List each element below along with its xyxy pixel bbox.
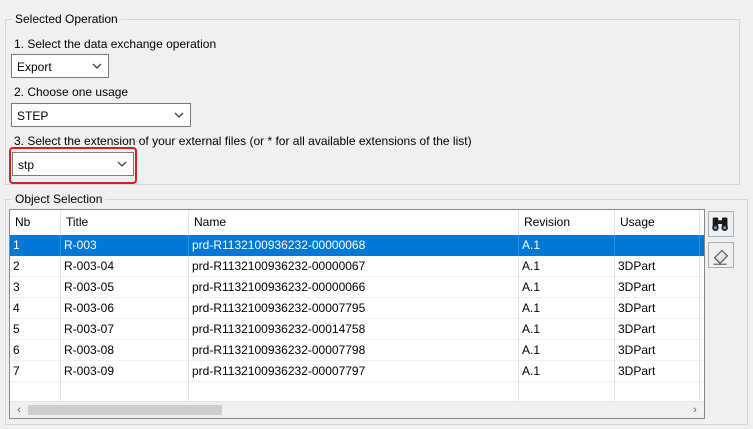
cell-extra [700,340,704,361]
table-header: Nb Title Name Revision Usage [10,210,704,235]
cell-extra [700,235,704,256]
table-row[interactable]: 6 R-003-08 prd-R1132100936232-00007798 A.1 3… [10,340,704,361]
table-row[interactable]: 1 R-003 prd-R1132100936232-00000068 A.1 [10,235,704,256]
table-row[interactable]: 4 R-003-06 prd-R1132100936232-00007795 A.1 3… [10,298,704,319]
cell-title: R-003-07 [61,319,189,340]
cell-nb: 5 [10,319,61,340]
cell-extra [700,319,704,340]
cell-title: R-003 [61,235,189,256]
column-header-extra[interactable] [700,210,704,235]
column-header-usage[interactable]: Usage [615,210,700,235]
cell-extra [700,298,704,319]
cell-title: R-003-09 [61,361,189,382]
cell-revision: A.1 [519,277,615,298]
cell-extra [700,277,704,298]
scroll-right-icon[interactable]: › [688,403,702,417]
cell-title: R-003-05 [61,277,189,298]
cell-usage [615,235,700,256]
chevron-down-icon [174,112,184,118]
cell-title: R-003-06 [61,298,189,319]
object-table: Nb Title Name Revision Usage 1 R-003 prd-R… [9,209,705,419]
operation-dropdown-value: Export [17,60,52,74]
cell-empty [61,382,189,403]
cell-usage: 3DPart [615,340,700,361]
usage-dropdown[interactable]: STEP [11,103,191,127]
object-selection-title: Object Selection [12,192,106,206]
scroll-left-icon[interactable]: ‹ [12,403,26,417]
cell-extra [700,361,704,382]
scrollbar-thumb[interactable] [28,405,222,415]
table-row[interactable]: 3 R-003-05 prd-R1132100936232-00000066 A.1 3… [10,277,704,298]
cell-usage: 3DPart [615,256,700,277]
cell-empty [615,382,700,403]
cell-revision: A.1 [519,319,615,340]
cell-title: R-003-08 [61,340,189,361]
cell-nb: 1 [10,235,61,256]
cell-name: prd-R1132100936232-00007798 [189,340,519,361]
table-row[interactable]: 2 R-003-04 prd-R1132100936232-00000067 A.1 3… [10,256,704,277]
cell-empty [10,382,61,403]
cell-empty [189,382,519,403]
cell-name: prd-R1132100936232-00000066 [189,277,519,298]
cell-extra [700,256,704,277]
step1-label: 1. Select the data exchange operation [14,37,217,51]
column-header-revision[interactable]: Revision [519,210,615,235]
table-row-empty [10,382,704,403]
cell-nb: 3 [10,277,61,298]
cell-revision: A.1 [519,340,615,361]
cell-nb: 7 [10,361,61,382]
extension-highlight-box [9,147,137,184]
cell-title: R-003-04 [61,256,189,277]
eraser-icon [713,249,729,265]
operation-dropdown[interactable]: Export [11,54,109,78]
column-header-title[interactable]: Title [61,210,189,235]
cell-usage: 3DPart [615,298,700,319]
column-header-nb[interactable]: Nb [10,210,61,235]
column-header-name[interactable]: Name [189,210,519,235]
cell-usage: 3DPart [615,277,700,298]
selected-operation-title: Selected Operation [12,12,121,26]
chevron-down-icon [92,63,102,69]
cell-nb: 6 [10,340,61,361]
search-button[interactable] [708,211,734,237]
horizontal-scrollbar[interactable]: ‹ › [10,401,704,418]
cell-name: prd-R1132100936232-00014758 [189,319,519,340]
cell-empty [700,382,704,403]
cell-name: prd-R1132100936232-00007795 [189,298,519,319]
step3-label: 3. Select the extension of your external… [14,134,472,148]
cell-revision: A.1 [519,361,615,382]
cell-revision: A.1 [519,256,615,277]
cell-usage: 3DPart [615,361,700,382]
cell-revision: A.1 [519,298,615,319]
cell-nb: 4 [10,298,61,319]
cell-name: prd-R1132100936232-00007797 [189,361,519,382]
step2-label: 2. Choose one usage [14,85,129,99]
cell-revision: A.1 [519,235,615,256]
clear-button[interactable] [708,242,734,268]
cell-empty [519,382,615,403]
binoculars-icon [712,217,728,231]
usage-dropdown-value: STEP [17,109,49,123]
table-row[interactable]: 7 R-003-09 prd-R1132100936232-00007797 A.1 3… [10,361,704,382]
cell-usage: 3DPart [615,319,700,340]
cell-name: prd-R1132100936232-00000068 [189,235,519,256]
table-row[interactable]: 5 R-003-07 prd-R1132100936232-00014758 A.1 3… [10,319,704,340]
cell-nb: 2 [10,256,61,277]
cell-name: prd-R1132100936232-00000067 [189,256,519,277]
